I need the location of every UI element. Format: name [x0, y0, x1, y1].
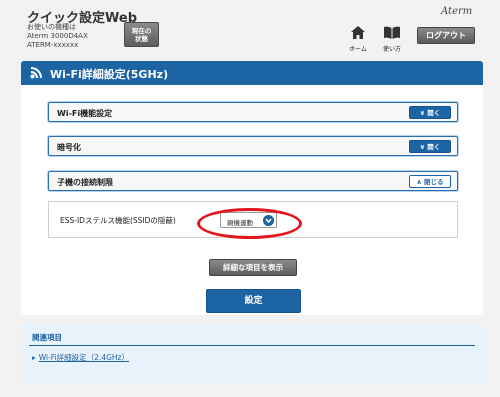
book-icon — [384, 26, 400, 39]
section-label: 暗号化 — [57, 143, 81, 152]
highlight-annotation — [197, 208, 302, 239]
wifi-icon — [30, 67, 42, 79]
open-button-label: 開く — [427, 109, 441, 117]
section-wifi-function[interactable]: Wi-Fi機能設定 ∨ 開く — [48, 102, 458, 122]
current-status-button[interactable]: 現在の 状態 — [124, 22, 159, 47]
related-link-wifi-24ghz[interactable]: ▸ Wi-Fi詳細設定（2.4GHz） — [32, 352, 129, 363]
open-button[interactable]: ∨ 開く — [409, 106, 451, 119]
aterm-logo: Aterm — [441, 6, 473, 17]
home-icon — [351, 26, 365, 39]
triangle-right-icon: ▸ — [32, 353, 36, 362]
logout-button[interactable]: ログアウト — [417, 27, 475, 44]
related-items: 関連項目 ▸ Wi-Fi詳細設定（2.4GHz） — [21, 323, 483, 385]
related-link-label: Wi-Fi詳細設定（2.4GHz） — [38, 353, 129, 362]
close-button-label: 閉じる — [424, 178, 444, 186]
page-title: Wi-Fi詳細設定(5GHz) — [50, 68, 169, 81]
chevron-down-icon: ∨ — [419, 109, 425, 117]
close-button[interactable]: ∧ 閉じる — [409, 175, 451, 188]
section-label: 子機の接続制限 — [57, 178, 113, 187]
apply-button[interactable]: 設定 — [206, 289, 301, 313]
show-details-button[interactable]: 詳細な項目を表示 — [209, 259, 297, 276]
ssid-stealth-label: ESS-IDステルス機能(SSIDの隠蔽) — [60, 216, 176, 225]
divider — [29, 345, 475, 346]
home-label: ホーム — [349, 46, 367, 53]
app-header: クイック設定Web お使いの機種は Aterm 3000D4AX ATERM-x… — [0, 0, 500, 56]
section-connection-limit[interactable]: 子機の接続制限 ∧ 閉じる — [48, 171, 458, 191]
status-button-label-1: 現在の — [131, 27, 152, 35]
chevron-up-icon: ∧ — [416, 178, 422, 186]
open-button[interactable]: ∨ 開く — [409, 140, 451, 153]
device-info: お使いの機種は Aterm 3000D4AX ATERM-xxxxxx — [27, 23, 88, 50]
device-info-line: お使いの機種は — [27, 23, 76, 31]
section-encryption[interactable]: 暗号化 ∨ 開く — [48, 136, 458, 156]
home-link[interactable]: ホーム — [347, 24, 369, 53]
status-button-label-2: 状態 — [135, 35, 148, 43]
section-label: Wi-Fi機能設定 — [57, 109, 113, 118]
open-button-label: 開く — [427, 143, 441, 151]
device-name: ATERM-xxxxxx — [27, 41, 79, 49]
chevron-down-icon: ∨ — [419, 143, 425, 151]
device-model: Aterm 3000D4AX — [27, 32, 88, 40]
panel-title-bar: Wi-Fi詳細設定(5GHz) — [21, 61, 483, 85]
manual-label: 使い方 — [382, 46, 401, 53]
manual-link[interactable]: 使い方 — [379, 24, 405, 53]
related-title: 関連項目 — [32, 333, 62, 342]
